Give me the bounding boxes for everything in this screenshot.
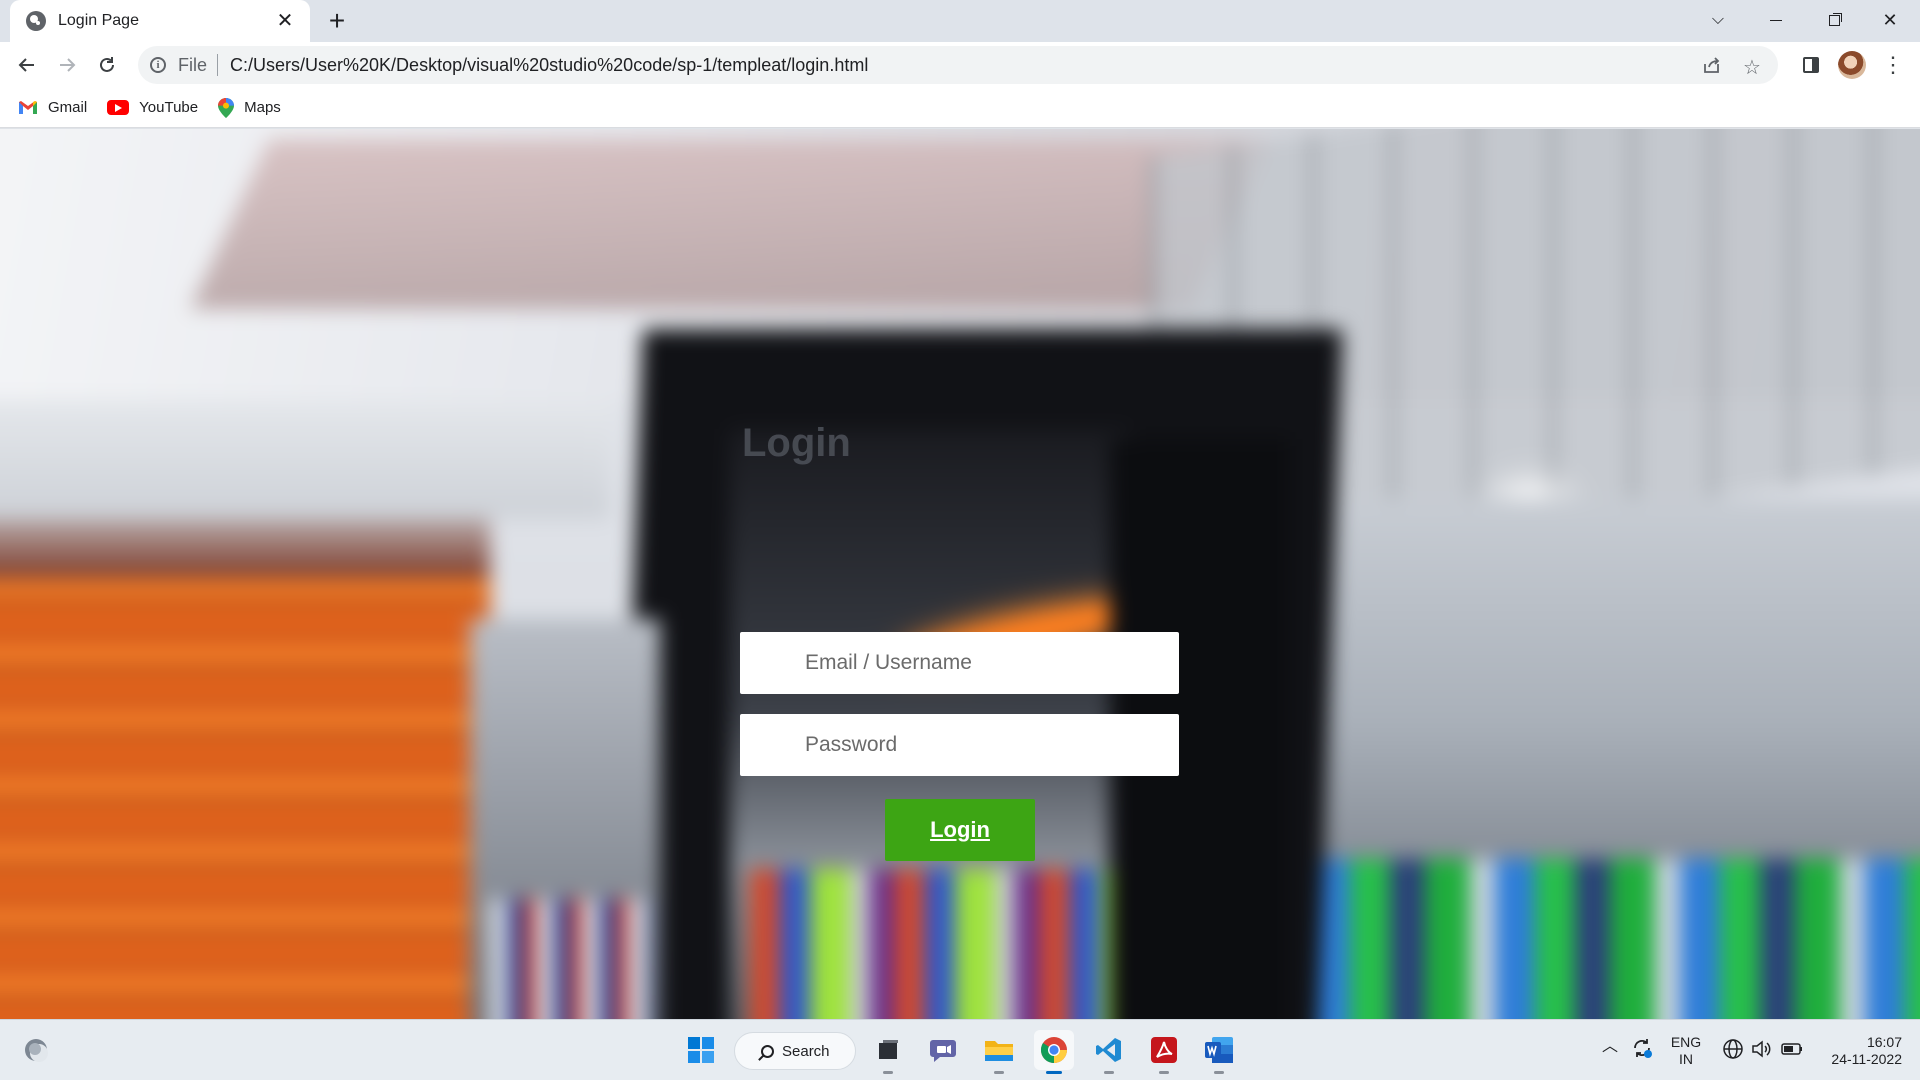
address-bar[interactable]: i File C:/Users/User%20K/Desktop/visual%… — [138, 46, 1778, 84]
word-icon[interactable] — [1199, 1030, 1239, 1074]
tab-strip: Login Page ✕ + ⌵ ✕ — [0, 0, 1920, 42]
email-username-input[interactable] — [740, 632, 1179, 694]
page-viewport: Login Login — [0, 129, 1920, 1019]
bookmark-label: Gmail — [48, 99, 88, 116]
bookmark-star-icon[interactable]: ☆ — [1740, 55, 1764, 80]
taskbar-search[interactable]: Search — [734, 1032, 856, 1070]
tab-title: Login Page — [58, 12, 139, 29]
search-icon — [761, 1044, 774, 1058]
task-view-icon[interactable] — [868, 1030, 908, 1074]
close-window-button[interactable]: ✕ — [1862, 0, 1918, 40]
password-input[interactable] — [740, 714, 1179, 776]
weather-widget-icon[interactable] — [16, 1030, 56, 1070]
clock-date: 24-11-2022 — [1831, 1051, 1902, 1067]
acrobat-icon[interactable] — [1144, 1030, 1184, 1074]
url-text[interactable]: C:/Users/User%20K/Desktop/visual%20studi… — [230, 55, 868, 76]
login-heading: Login — [742, 421, 851, 465]
close-tab-icon[interactable]: ✕ — [274, 10, 296, 32]
show-hidden-icons-chevron-icon[interactable]: ︿ — [1602, 1038, 1618, 1055]
search-label: Search — [782, 1042, 830, 1060]
bookmark-gmail[interactable]: Gmail — [18, 99, 87, 116]
file-explorer-icon[interactable] — [979, 1030, 1019, 1074]
site-info-icon[interactable]: i — [150, 57, 166, 73]
volume-icon[interactable] — [1750, 1038, 1772, 1064]
bookmark-youtube[interactable]: YouTube — [107, 99, 198, 116]
url-separator — [217, 54, 219, 76]
minimize-button[interactable] — [1748, 0, 1804, 40]
chrome-icon[interactable] — [1034, 1030, 1074, 1074]
new-tab-button[interactable]: + — [322, 6, 352, 36]
bookmark-maps[interactable]: Maps — [218, 97, 281, 118]
browser-toolbar: i File C:/Users/User%20K/Desktop/visual%… — [0, 42, 1920, 88]
share-icon[interactable] — [1700, 55, 1724, 81]
side-panel-icon[interactable] — [1797, 51, 1825, 79]
vscode-icon[interactable] — [1089, 1030, 1129, 1074]
clock[interactable]: 16:07 24-11-2022 — [1812, 1034, 1902, 1068]
sync-icon[interactable] — [1630, 1036, 1654, 1064]
profile-avatar[interactable] — [1838, 51, 1866, 79]
start-icon[interactable] — [681, 1030, 721, 1070]
store-background-image — [0, 129, 1920, 1019]
youtube-icon — [107, 100, 130, 115]
url-scheme: File — [178, 54, 208, 75]
maps-icon — [218, 97, 235, 118]
gmail-icon — [18, 100, 38, 115]
bookmarks-bar: Gmail YouTube Maps — [0, 88, 1920, 128]
region-code: IN — [1679, 1051, 1693, 1067]
bookmark-label: YouTube — [139, 99, 199, 116]
forward-arrow-icon[interactable] — [50, 48, 84, 82]
teams-chat-icon[interactable] — [923, 1030, 963, 1070]
bookmark-label: Maps — [244, 99, 281, 116]
tab-login-page[interactable]: Login Page ✕ — [10, 0, 310, 42]
reload-icon[interactable] — [90, 48, 124, 82]
language-indicator[interactable]: ENG IN — [1666, 1034, 1706, 1068]
back-arrow-icon[interactable] — [10, 48, 44, 82]
language-code: ENG — [1670, 1034, 1702, 1050]
battery-icon[interactable] — [1780, 1038, 1804, 1064]
menu-kebab-icon[interactable]: ⋮ — [1879, 51, 1907, 79]
network-globe-icon[interactable] — [1722, 1038, 1744, 1064]
tab-search-chevron-icon[interactable]: ⌵ — [1690, 0, 1746, 40]
restore-button[interactable] — [1806, 0, 1862, 40]
clock-time: 16:07 — [1866, 1034, 1902, 1050]
taskbar: Search ︿ ENG IN 16:07 24-11-2022 — [0, 1019, 1920, 1080]
globe-icon — [26, 11, 46, 31]
login-button[interactable]: Login — [885, 799, 1035, 861]
